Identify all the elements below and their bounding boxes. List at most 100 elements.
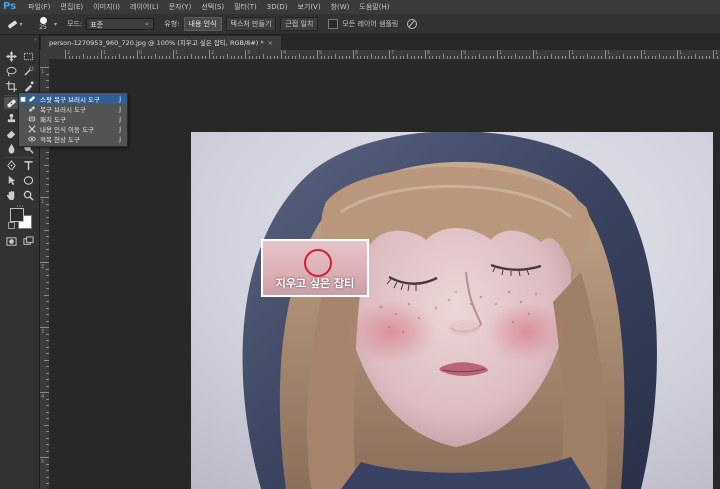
ruler-tick (86, 56, 88, 59)
mode-label: 모드: (67, 20, 83, 28)
eyedropper-tool[interactable] (21, 80, 35, 92)
chevron-down-icon[interactable]: ▾ (54, 21, 57, 28)
ruler-tick (46, 411, 49, 413)
menu-type[interactable]: 문자(Y) (164, 2, 197, 12)
ruler-tick (669, 56, 671, 59)
blur-drop-icon (8, 143, 14, 154)
brush-picker[interactable]: 25 (32, 16, 54, 32)
tool-preset-picker[interactable]: ▾ (6, 17, 24, 31)
ruler-tick (288, 56, 290, 59)
zoom-tool[interactable] (21, 189, 35, 201)
ruler-origin[interactable] (40, 50, 49, 59)
ruler-tick (147, 56, 149, 59)
clone-stamp-tool[interactable] (4, 112, 18, 124)
ruler-tick (525, 56, 527, 59)
ruler-tick (572, 56, 574, 59)
ruler-tick (716, 56, 718, 59)
eraser-tool[interactable] (4, 127, 18, 139)
menu-edit[interactable]: 편집(E) (55, 2, 88, 12)
ruler-tick (626, 56, 628, 59)
menu-window[interactable]: 창(W) (326, 2, 355, 12)
ruler-tick (75, 56, 77, 59)
quick-mask-button[interactable] (4, 235, 18, 247)
type-proximity-match-button[interactable]: 근접 일치 (280, 17, 319, 31)
quick-select-tool[interactable] (21, 65, 35, 77)
ruler-tick (637, 56, 639, 59)
default-colors-icon[interactable] (8, 222, 15, 229)
ruler-tick (46, 307, 49, 309)
flyout-item-content-aware-move[interactable]: 내용 인식 이동 도구 J (19, 124, 127, 134)
ruler-tick (46, 398, 49, 400)
ruler-tick (666, 56, 668, 59)
menu-file[interactable]: 파일(F) (23, 2, 55, 12)
shortcut-key: J (119, 105, 121, 113)
ruler-tick (263, 54, 264, 59)
healing-brush-icon (27, 105, 37, 114)
type-create-texture-button[interactable]: 텍스처 만들기 (225, 17, 277, 31)
ruler-tick (371, 54, 372, 59)
ruler-tick (317, 50, 318, 59)
collapse-icon[interactable]: » (2, 37, 37, 43)
ruler-tick (237, 56, 239, 59)
move-tool[interactable] (4, 50, 18, 62)
type-icon (23, 160, 33, 170)
foreground-color-swatch[interactable] (10, 208, 24, 222)
document-canvas[interactable] (50, 60, 720, 489)
ruler-tick (259, 56, 261, 59)
ruler-tick (446, 56, 448, 59)
lasso-tool[interactable] (4, 65, 18, 77)
spot-healing-brush-icon (6, 99, 16, 107)
ruler-tick (619, 56, 621, 59)
ruler-tick (457, 56, 459, 59)
spot-healing-brush-tool[interactable] (4, 97, 18, 109)
crop-tool[interactable] (4, 80, 18, 92)
hand-tool[interactable] (4, 189, 18, 201)
ruler-tick (309, 56, 311, 59)
menu-layer[interactable]: 레이어(L) (125, 2, 164, 12)
flyout-item-label: 복구 브러시 도구 (40, 106, 86, 114)
ruler-tick (241, 56, 243, 59)
ruler-tick (500, 56, 502, 59)
ruler-tick (551, 54, 552, 59)
type-tool[interactable] (21, 159, 35, 171)
ruler-tick (385, 56, 387, 59)
horizontal-ruler[interactable]: 2 1 0 1 2 3 4 5 6 7 8 9 1 1 1 1 1 1 1 (49, 50, 720, 60)
ruler-tick (709, 56, 711, 59)
menu-view[interactable]: 보기(V) (292, 2, 325, 12)
ruler-tick (659, 54, 660, 59)
ruler-tick (90, 56, 92, 59)
pen-tool[interactable] (4, 159, 18, 171)
ruler-label: 7 (391, 50, 395, 56)
ruler-label: 0 (139, 50, 143, 56)
close-icon[interactable]: × (268, 39, 273, 47)
ruler-tick (291, 56, 293, 59)
path-selection-tool[interactable] (4, 174, 18, 186)
ruler-tick (443, 54, 444, 59)
menu-image[interactable]: 이미지(I) (88, 2, 125, 12)
ruler-tick (46, 418, 49, 419)
shape-tool[interactable] (21, 174, 35, 186)
document-tab[interactable]: person-1270953_960_720.jpg @ 100% (지우고 싶… (41, 36, 282, 50)
ruler-tick (320, 56, 322, 59)
sample-all-layers-checkbox[interactable] (328, 19, 339, 29)
menu-filter[interactable]: 필터(T) (229, 2, 262, 12)
menu-3d[interactable]: 3D(D) (262, 3, 293, 11)
flyout-item-red-eye[interactable]: 적목 현상 도구 J (19, 134, 127, 144)
blur-tool[interactable] (4, 142, 18, 154)
menu-help[interactable]: 도움말(H) (354, 2, 394, 12)
mode-select[interactable]: 표준 (86, 17, 155, 30)
callout-label: 지우고 싶은 잡티 (275, 277, 355, 290)
screen-mode-button[interactable] (21, 235, 35, 247)
menu-select[interactable]: 선택(S) (196, 2, 229, 12)
flyout-item-patch[interactable]: 패치 도구 J (19, 114, 127, 124)
pressure-icon[interactable] (406, 18, 418, 30)
ruler-tick (705, 56, 707, 59)
ruler-tick (223, 56, 225, 59)
ruler-tick (104, 56, 106, 59)
ruler-tick (324, 56, 326, 59)
marquee-tool[interactable] (21, 50, 35, 62)
flyout-item-healing-brush[interactable]: 복구 브러시 도구 J (19, 104, 127, 114)
ruler-tick (407, 54, 408, 59)
flyout-item-spot-healing-brush[interactable]: ■ 스팟 복구 브러시 도구 J (19, 94, 127, 104)
type-content-aware-button[interactable]: 내용 인식 (183, 17, 222, 31)
